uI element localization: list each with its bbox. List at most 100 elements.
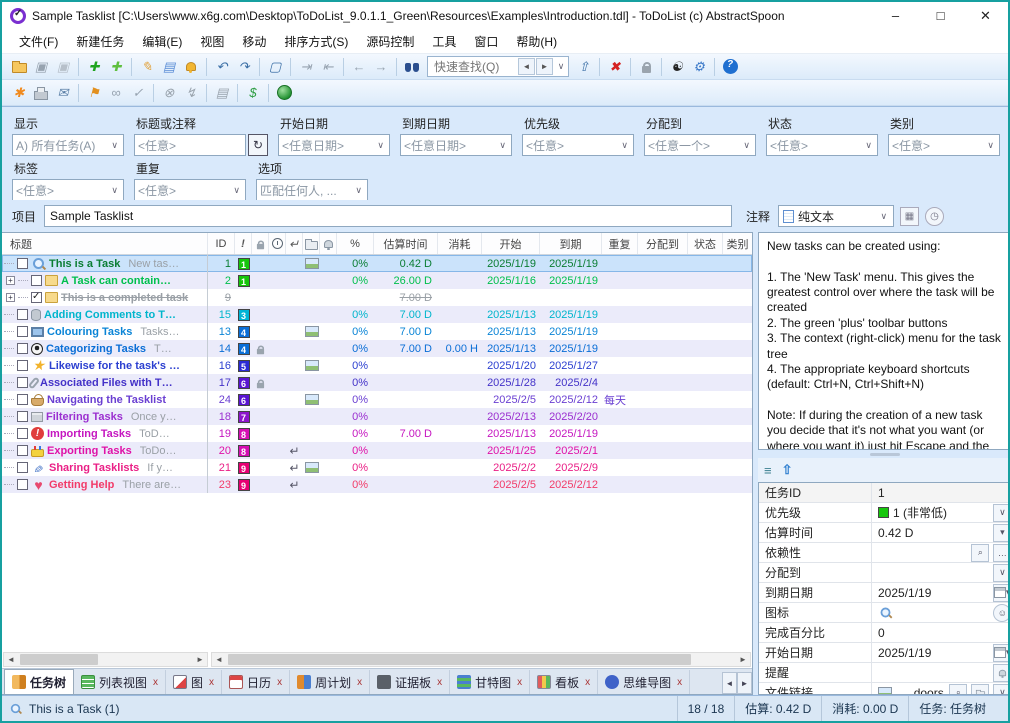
separator[interactable] xyxy=(131,58,132,76)
indent-task-icon[interactable]: ⇥ xyxy=(295,56,317,78)
redo-icon[interactable]: ↷ xyxy=(233,56,255,78)
chevron-down-icon[interactable]: ∨ xyxy=(109,185,120,196)
column-lock[interactable] xyxy=(252,233,269,254)
new-task-icon[interactable]: ✚ xyxy=(83,56,105,78)
column-repeat[interactable]: 重复 xyxy=(602,233,638,254)
close-button[interactable]: ✕ xyxy=(963,2,1008,30)
search-icon[interactable]: ⌕ xyxy=(971,544,989,562)
attr-file-link[interactable]: 文件链接 doors.jpg ⌕ … ▾ ▾ ☺ xyxy=(759,683,1010,695)
menu-move[interactable]: 移动 xyxy=(233,30,275,54)
task-checkbox[interactable] xyxy=(17,377,28,388)
separator[interactable] xyxy=(206,84,207,102)
table-row[interactable]: + Colouring Tasks Tasks… 13 4 ↵ xyxy=(2,323,752,340)
sort-attributes-icon[interactable]: ⇧ xyxy=(782,462,793,478)
table-row[interactable]: + Likewise for the task's … 16 5 ↵ xyxy=(2,357,752,374)
table-row[interactable]: + Importing Tasks ToD… 19 8 ↵ xyxy=(2,425,752,442)
find-next-icon[interactable]: ► xyxy=(536,58,553,75)
task-checkbox[interactable] xyxy=(17,411,28,422)
scroll-left-icon[interactable]: ◄ xyxy=(4,655,18,664)
chevron-down-icon[interactable]: ∨ xyxy=(863,140,874,151)
chevron-down-icon[interactable]: ∨ xyxy=(554,61,568,72)
smiley-icon[interactable]: ☺ xyxy=(993,604,1010,622)
separator[interactable] xyxy=(268,84,269,102)
tree-hscrollbar[interactable]: ◄ ► xyxy=(3,652,208,667)
expand-icon[interactable]: + xyxy=(6,293,15,302)
scroll-right-icon[interactable]: ► xyxy=(193,655,207,664)
new-tasklist-icon[interactable]: ✱ xyxy=(8,82,30,104)
close-icon[interactable]: x xyxy=(517,677,522,688)
menu-edit[interactable]: 编辑(E) xyxy=(133,30,191,54)
chevron-down-icon[interactable]: ∨ xyxy=(741,140,752,151)
lightning-icon[interactable]: ↯ xyxy=(180,82,202,104)
chevron-down-icon[interactable]: ∨ xyxy=(375,140,386,151)
table-row[interactable]: + Navigating the Tasklist 24 6 ↵ xyxy=(2,391,752,408)
chevron-down-icon[interactable]: ∨ xyxy=(109,140,120,151)
column-id[interactable]: ID xyxy=(208,233,235,254)
attr-percent-done[interactable]: 完成百分比 0 ⌕ … ▾ ▾ ☺ xyxy=(759,623,1010,643)
chevron-down-icon[interactable]: ∨ xyxy=(993,504,1010,522)
separator[interactable] xyxy=(78,58,79,76)
columns-hscrollbar[interactable]: ◄ ► xyxy=(211,652,751,667)
project-input[interactable] xyxy=(44,205,732,227)
close-icon[interactable]: x xyxy=(357,677,362,688)
new-subtask-icon[interactable]: ✚ xyxy=(105,56,127,78)
comments-clock-button[interactable]: ◷ xyxy=(925,207,944,226)
chevron-down-icon[interactable]: ∨ xyxy=(878,211,889,222)
activity-log-icon[interactable]: ▤ xyxy=(211,82,233,104)
attr-task-id[interactable]: 任务ID 1 ⌕ … ▾ ▾ ☺ xyxy=(759,483,1010,503)
table-row[interactable]: + Exporting Tasks ToDo… 20 8 ↵ xyxy=(2,442,752,459)
tab-scroll-left-icon[interactable]: ◄ xyxy=(722,672,737,694)
task-checkbox[interactable] xyxy=(17,309,28,320)
tab-task-tree[interactable]: 任务树 x xyxy=(4,669,74,694)
menu-file[interactable]: 文件(F) xyxy=(10,30,67,54)
separator[interactable] xyxy=(343,58,344,76)
separator[interactable] xyxy=(259,58,260,76)
close-icon[interactable]: x xyxy=(677,677,682,688)
outdent-task-icon[interactable]: ⇤ xyxy=(317,56,339,78)
table-row[interactable]: + Sharing Tasklists If y… 21 9 ↵ xyxy=(2,459,752,476)
separator[interactable] xyxy=(290,58,291,76)
table-row[interactable]: + Associated Files with T… 17 6 ↵ xyxy=(2,374,752,391)
remove-icon[interactable]: ⊗ xyxy=(158,82,180,104)
theme-icon[interactable]: ☯ xyxy=(666,56,688,78)
more-button[interactable]: … xyxy=(993,544,1010,562)
time-cost-icon[interactable]: $ xyxy=(242,82,264,104)
separator[interactable] xyxy=(396,58,397,76)
tab-list-view[interactable]: 列表视图 x xyxy=(74,670,166,694)
tab-week-planner[interactable]: 周计划 x xyxy=(290,670,370,694)
menu-sort[interactable]: 排序方式(S) xyxy=(275,30,357,54)
attr-icon[interactable]: 图标 ⌕ … ▾ ▾ ☺ xyxy=(759,603,1010,623)
column-file-link[interactable] xyxy=(303,233,320,254)
lock-readonly-icon[interactable] xyxy=(635,56,657,78)
edit-task-icon[interactable]: ✎ xyxy=(136,56,158,78)
maximize-button[interactable]: □ xyxy=(918,2,963,30)
attr-estimated-time[interactable]: 估算时间 0.42 D ⌕ … ▾ ▾ ☺ xyxy=(759,523,1010,543)
prev-task-icon[interactable]: ← xyxy=(348,56,370,78)
save-all-icon[interactable]: ▣ xyxy=(52,56,74,78)
column-category[interactable]: 类别 xyxy=(723,233,752,254)
find-tasks-icon[interactable] xyxy=(401,56,423,78)
column-reminder[interactable] xyxy=(320,233,337,254)
close-icon[interactable]: x xyxy=(153,677,158,688)
scroll-left-icon[interactable]: ◄ xyxy=(212,655,226,664)
menu-source-control[interactable]: 源码控制 xyxy=(357,30,423,54)
scroll-right-icon[interactable]: ► xyxy=(736,655,750,664)
group-attributes-icon[interactable]: ≡ xyxy=(764,463,772,478)
tab-calendar[interactable]: 日历 x xyxy=(222,670,290,694)
close-icon[interactable]: x xyxy=(585,677,590,688)
menu-window[interactable]: 窗口 xyxy=(465,30,507,54)
task-checkbox[interactable] xyxy=(17,343,28,354)
quick-find-input[interactable] xyxy=(432,58,518,75)
comments-format-combo[interactable]: 纯文本 ∨ xyxy=(778,205,894,227)
email-icon[interactable]: ✉ xyxy=(52,82,74,104)
expand-icon[interactable]: + xyxy=(6,276,15,285)
table-row[interactable]: + A Task can contain… 2 1 ↵ xyxy=(2,272,752,289)
tab-chart[interactable]: 图 x xyxy=(166,670,222,694)
separator[interactable] xyxy=(237,84,238,102)
tab-kanban[interactable]: 看板 x xyxy=(530,670,598,694)
preferences-gear-icon[interactable]: ⚙ xyxy=(688,56,710,78)
table-row[interactable]: + This is a completed task 9 ↵ xyxy=(2,289,752,306)
folder-icon[interactable] xyxy=(971,684,989,696)
chevron-down-icon[interactable]: ∨ xyxy=(231,185,242,196)
separator[interactable] xyxy=(206,58,207,76)
